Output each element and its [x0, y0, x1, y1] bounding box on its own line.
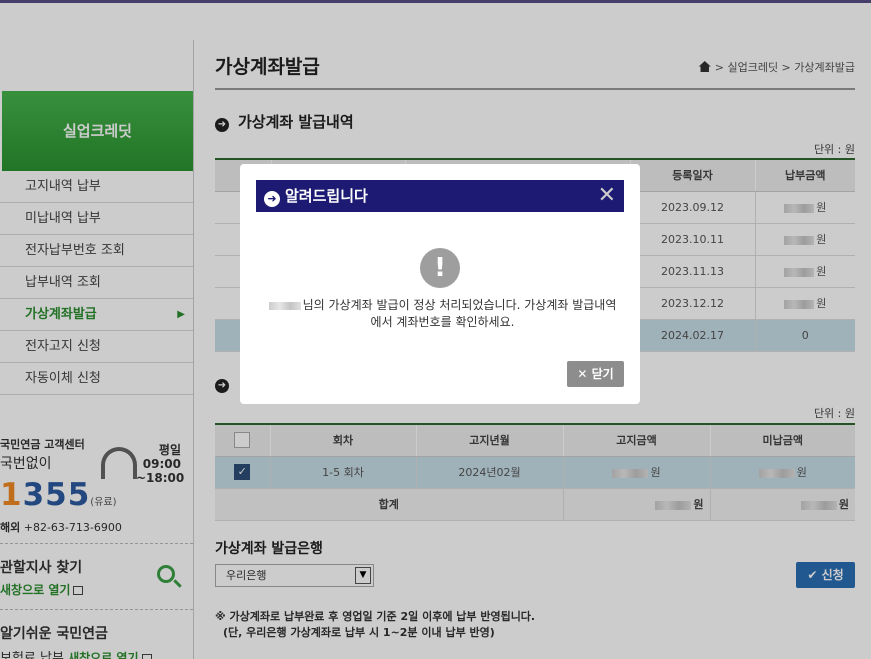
alert-dialog: ➜ 알려드립니다 ✕ ! 님의 가상계좌 발급이 정상 처리되었습니다. 가상계좌…: [240, 164, 640, 404]
close-icon: ✕: [577, 367, 588, 381]
close-icon[interactable]: ✕: [598, 180, 616, 212]
warning-icon: !: [420, 248, 460, 288]
dialog-message-line: 에서 계좌번호를 확인하세요.: [370, 315, 515, 329]
dialog-message: 님의 가상계좌 발급이 정상 처리되었습니다. 가상계좌 발급내역 에서 계좌번…: [260, 297, 625, 331]
close-button[interactable]: ✕ 닫기: [567, 361, 624, 387]
close-label: 닫기: [591, 367, 614, 381]
dialog-header: ➜ 알려드립니다 ✕: [256, 180, 624, 212]
dialog-message-line: 님의 가상계좌 발급이 정상 처리되었습니다. 가상계좌 발급내역: [260, 297, 625, 314]
arrow-circle-icon: ➜: [264, 191, 280, 207]
dialog-title: 알려드립니다: [285, 187, 368, 205]
